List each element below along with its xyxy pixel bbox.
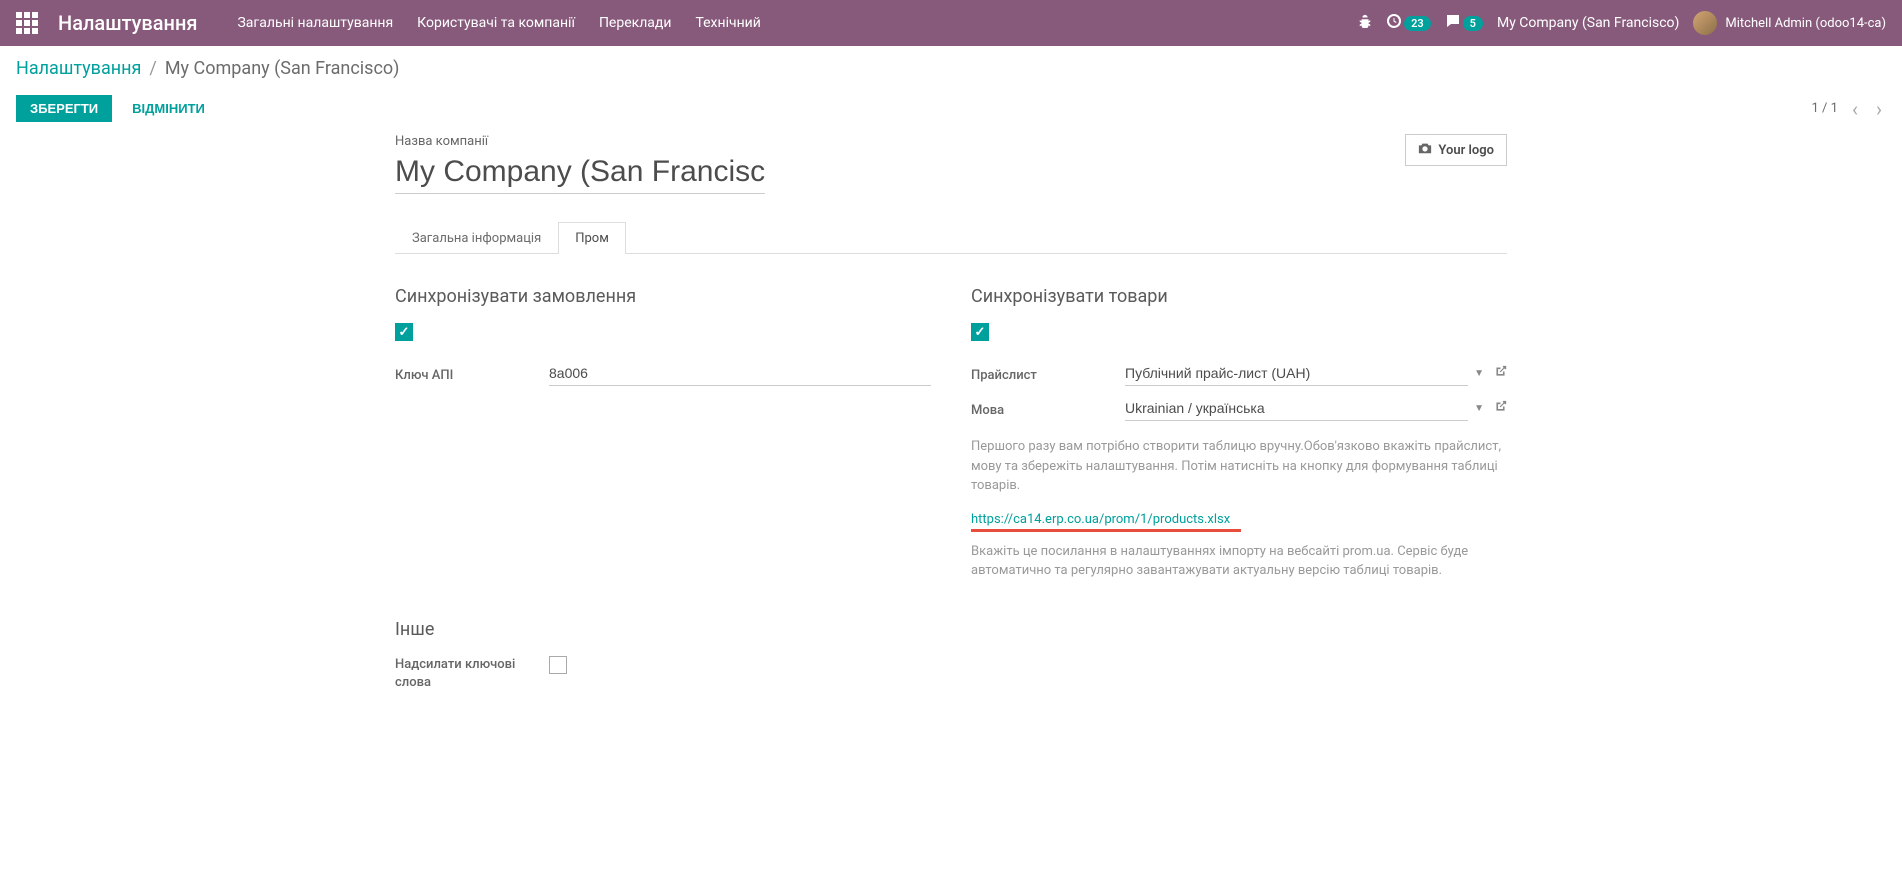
other-group: Інше Надсилати ключові слова: [395, 619, 1507, 692]
sync-products-checkbox[interactable]: [971, 323, 989, 341]
user-menu[interactable]: Mitchell Admin (odoo14-ca): [1693, 11, 1886, 35]
discard-button[interactable]: ВІДМІНИТИ: [118, 95, 219, 122]
save-button[interactable]: ЗБЕРЕГТИ: [16, 95, 112, 122]
top-nav: Налаштування Загальні налаштування Корис…: [0, 0, 1902, 46]
sync-orders-title: Синхронізувати замовлення: [395, 286, 931, 307]
sync-orders-group: Синхронізувати замовлення Ключ АПІ: [395, 286, 931, 581]
api-key-label: Ключ АПІ: [395, 364, 549, 383]
apps-icon[interactable]: [16, 12, 38, 34]
tabs: Загальна інформація Пром: [395, 222, 1507, 254]
chat-icon: [1445, 13, 1461, 33]
pager-count: 1 / 1: [1812, 101, 1838, 116]
help-text-2: Вкажіть це посилання в налаштуваннях імп…: [971, 542, 1507, 581]
keywords-checkbox[interactable]: [549, 656, 567, 674]
language-select[interactable]: [1125, 396, 1468, 421]
breadcrumb-root[interactable]: Налаштування: [16, 58, 141, 79]
messages-badge: 5: [1463, 16, 1483, 31]
link-annotation-underline: [971, 529, 1241, 532]
form-sheet: Назва компанії Your logo Загальна інформ…: [371, 134, 1531, 732]
sync-orders-checkbox[interactable]: [395, 323, 413, 341]
other-title: Інше: [395, 619, 1507, 640]
external-link-icon[interactable]: [1494, 365, 1507, 382]
logo-text: Your logo: [1438, 143, 1494, 158]
api-key-input[interactable]: [549, 361, 931, 386]
pager: 1 / 1 ‹ ›: [1812, 97, 1886, 121]
tab-general[interactable]: Загальна інформація: [395, 222, 558, 254]
company-name-label: Назва компанії: [395, 134, 765, 149]
help-text-1: Першого разу вам потрібно створити табли…: [971, 437, 1507, 496]
products-xlsx-link[interactable]: https://ca14.erp.co.ua/prom/1/products.x…: [971, 512, 1230, 527]
nav-item-translations[interactable]: Переклади: [599, 15, 672, 31]
logo-upload[interactable]: Your logo: [1405, 134, 1507, 166]
company-name-input[interactable]: [395, 151, 765, 194]
pager-prev[interactable]: ‹: [1848, 97, 1862, 121]
breadcrumb-separator: /: [149, 58, 156, 79]
app-title[interactable]: Налаштування: [58, 11, 197, 35]
pager-next[interactable]: ›: [1872, 97, 1886, 121]
user-name: Mitchell Admin (odoo14-ca): [1725, 16, 1886, 31]
avatar: [1693, 11, 1717, 35]
nav-item-users[interactable]: Користувачі та компанії: [417, 15, 575, 31]
sync-products-title: Синхронізувати товари: [971, 286, 1507, 307]
camera-icon: [1418, 141, 1432, 159]
nav-item-technical[interactable]: Технічний: [695, 15, 760, 31]
company-switcher[interactable]: My Company (San Francisco): [1497, 15, 1679, 31]
nav-right: 23 5 My Company (San Francisco) Mitchell…: [1358, 11, 1886, 35]
pricelist-label: Прайслист: [971, 364, 1125, 383]
chevron-down-icon[interactable]: ▼: [1474, 403, 1484, 414]
nav-menu: Загальні налаштування Користувачі та ком…: [237, 15, 760, 31]
pricelist-select[interactable]: [1125, 361, 1468, 386]
activities-indicator[interactable]: 23: [1386, 13, 1431, 33]
clock-icon: [1386, 13, 1402, 33]
language-label: Мова: [971, 399, 1125, 418]
activities-badge: 23: [1404, 16, 1431, 31]
bug-icon[interactable]: [1358, 14, 1372, 32]
tab-content-prom: Синхронізувати замовлення Ключ АПІ Синхр…: [395, 254, 1507, 692]
chevron-down-icon[interactable]: ▼: [1474, 368, 1484, 379]
tab-prom[interactable]: Пром: [558, 222, 626, 254]
messages-indicator[interactable]: 5: [1445, 13, 1483, 33]
nav-item-general[interactable]: Загальні налаштування: [237, 15, 393, 31]
breadcrumb: Налаштування / My Company (San Francisco…: [0, 46, 1902, 87]
sync-products-group: Синхронізувати товари Прайслист ▼ Мо: [971, 286, 1507, 581]
keywords-label: Надсилати ключові слова: [395, 656, 549, 692]
breadcrumb-current: My Company (San Francisco): [165, 58, 400, 79]
external-link-icon[interactable]: [1494, 400, 1507, 417]
action-bar: ЗБЕРЕГТИ ВІДМІНИТИ 1 / 1 ‹ ›: [0, 87, 1902, 134]
